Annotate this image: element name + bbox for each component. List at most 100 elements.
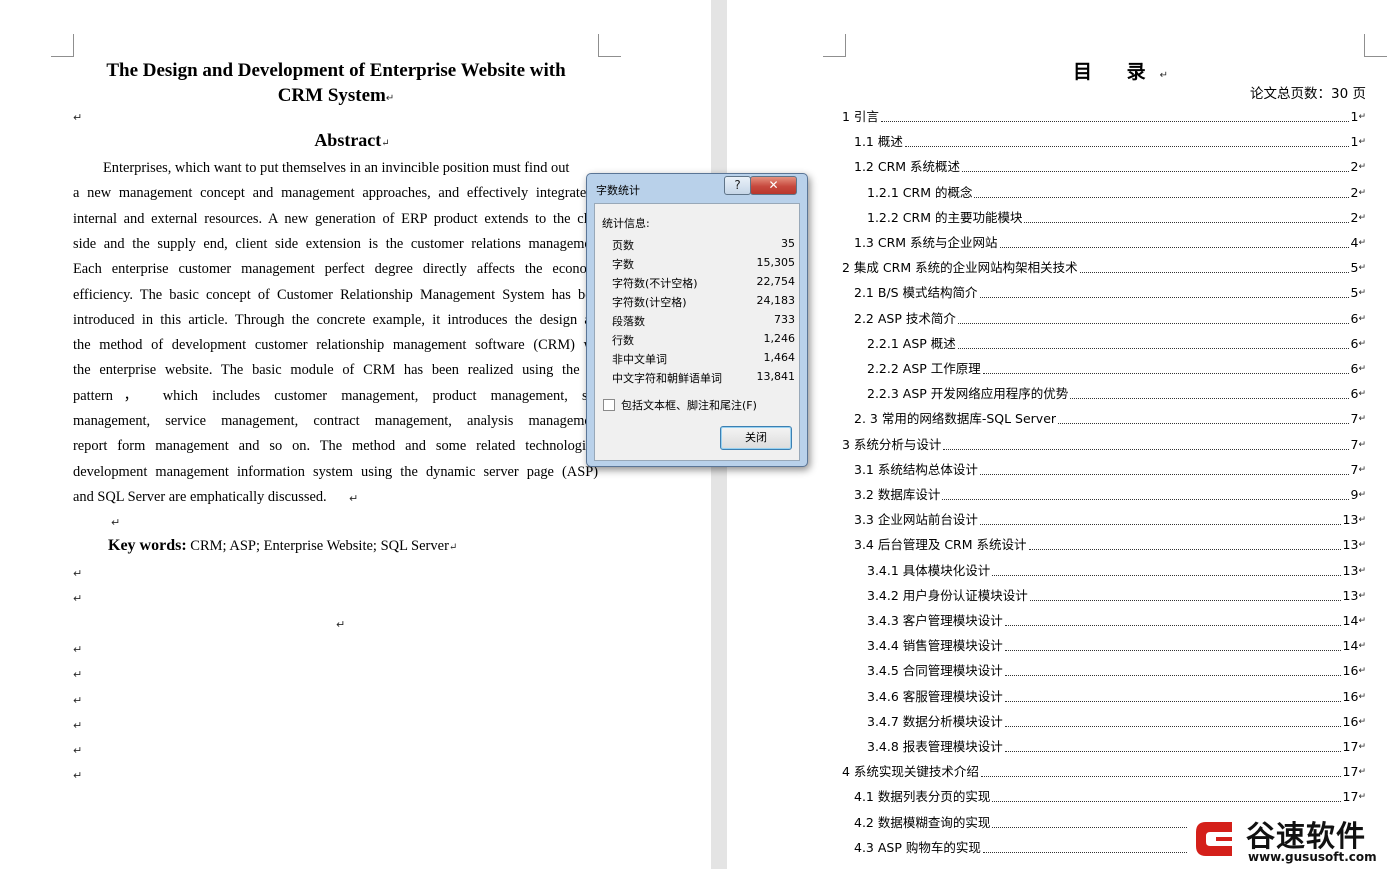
- include-textboxes-checkbox[interactable]: 包括文本框、脚注和尾注(F): [603, 397, 757, 413]
- stat-value: 1,464: [763, 351, 796, 364]
- stat-row: 中文字符和朝鲜语单词 13,841: [612, 370, 795, 386]
- paragraph-mark: ↵: [1358, 288, 1366, 299]
- abstract-line: Each enterprise customer management perf…: [73, 261, 598, 278]
- toc-entry[interactable]: 2.2.2 ASP 工作原理 6 ↵: [867, 359, 1366, 379]
- toc-entry-page: 9: [1350, 487, 1359, 502]
- toc-leader: [992, 561, 1341, 576]
- abstract-line: efficiency. The basic concept of Custome…: [73, 286, 598, 303]
- paragraph-mark: ↵: [1358, 767, 1366, 778]
- toc-entry[interactable]: 1.2 CRM 系统概述 2 ↵: [854, 157, 1366, 177]
- toc-entry[interactable]: 3.4.5 合同管理模块设计 16 ↵: [867, 661, 1366, 681]
- stat-row: 非中文单词 1,464: [612, 351, 795, 367]
- toc-entry[interactable]: 3.4.4 销售管理模块设计 14 ↵: [867, 636, 1366, 656]
- toc-entry[interactable]: 1.3 CRM 系统与企业网站 4 ↵: [854, 233, 1366, 253]
- paragraph-mark: ↵: [1358, 716, 1366, 727]
- toc-entry[interactable]: 3.3 企业网站前台设计 13 ↵: [854, 510, 1366, 530]
- paragraph-mark: ↵: [1358, 238, 1366, 248]
- toc-entry-page: 2: [1350, 209, 1359, 225]
- toc-entry-page: 16: [1342, 713, 1359, 729]
- document-title: The Design and Development of Enterprise…: [62, 58, 610, 111]
- toc-leader: [999, 233, 1349, 248]
- toc-leader: [979, 283, 1349, 299]
- paragraph-mark: ↵: [1358, 515, 1366, 526]
- title-line-1: The Design and Development of Enterprise…: [106, 60, 566, 81]
- paragraph-mark: ↵: [73, 643, 83, 656]
- word-count-dialog[interactable]: 字数统计 ? ✕ 统计信息: 页数 35 字数 15,305 字符数(不计空格) 22,7…: [586, 173, 808, 467]
- toc-entry[interactable]: 4.1 数据列表分页的实现 17 ↵: [854, 787, 1366, 807]
- paragraph-mark: ↵: [349, 491, 359, 505]
- toc-entry-label: 3.4.6 客服管理模块设计: [867, 688, 1003, 704]
- help-button[interactable]: ?: [724, 176, 751, 195]
- dialog-title-bar[interactable]: 字数统计 ? ✕: [587, 174, 807, 200]
- toc-entry[interactable]: 3.4.7 数据分析模块设计 16 ↵: [867, 712, 1366, 732]
- crop-mark-top-right: [598, 34, 621, 57]
- toc-entry[interactable]: 1.2.2 CRM 的主要功能模块 2 ↵: [867, 208, 1366, 228]
- toc-entry-page: 14: [1342, 613, 1359, 628]
- abstract-heading-text: Abstract: [314, 130, 382, 150]
- abstract-line: a new management concept and management …: [73, 185, 598, 202]
- paragraph-mark: ↵: [1358, 616, 1366, 626]
- paragraph-mark: ↵: [73, 694, 83, 707]
- toc-entry[interactable]: 3.1 系统结构总体设计 7 ↵: [854, 460, 1366, 480]
- toc-entry[interactable]: 2 集成 CRM 系统的企业网站构架相关技术 5 ↵: [842, 258, 1366, 278]
- abstract-line: the enterprise website. The basic module…: [73, 362, 598, 379]
- paragraph-mark: ↵: [111, 516, 121, 529]
- toc-entry[interactable]: 1.1 概述 1 ↵: [854, 132, 1366, 152]
- stat-value: 35: [781, 237, 795, 250]
- toc-entry[interactable]: 1 引言 1 ↵: [842, 107, 1366, 127]
- toc-leader: [1004, 611, 1341, 626]
- toc-entry[interactable]: 3.4.2 用户身份认证模块设计 13 ↵: [867, 586, 1366, 606]
- abstract-line: side and the supply end, client side ext…: [73, 235, 598, 252]
- toc-leader: [1058, 409, 1349, 425]
- toc-entry-label: 3.4.5 合同管理模块设计: [867, 663, 1003, 679]
- dialog-close-x-button[interactable]: ✕: [750, 176, 797, 195]
- close-button[interactable]: 关闭: [720, 426, 792, 450]
- toc-entry[interactable]: 3.4.1 具体模块化设计 13 ↵: [867, 561, 1366, 581]
- paragraph-mark: ↵: [1358, 641, 1366, 652]
- toc-entry[interactable]: 4 系统实现关键技术介绍 17 ↵: [842, 762, 1366, 782]
- toc-entry[interactable]: 2.2 ASP 技术简介 6 ↵: [854, 309, 1366, 329]
- toc-entry-label: 4.2 数据模糊查询的实现: [854, 814, 991, 830]
- toc-entry[interactable]: 2.1 B/S 模式结构简介 5 ↵: [854, 283, 1366, 303]
- toc-entry-label: 2.1 B/S 模式结构简介: [854, 285, 978, 301]
- toc-entry-page: 2: [1350, 184, 1359, 200]
- statistics-group-label: 统计信息:: [602, 217, 650, 230]
- toc-entry[interactable]: 2.2.1 ASP 概述 6 ↵: [867, 334, 1366, 354]
- stat-label: 段落数: [612, 315, 645, 328]
- toc-entry[interactable]: 3.4.6 客服管理模块设计 16 ↵: [867, 687, 1366, 707]
- paragraph-mark: ↵: [73, 744, 83, 757]
- paragraph-mark: ↵: [73, 567, 83, 580]
- toc-entry-page: 7: [1350, 461, 1359, 477]
- toc-entry[interactable]: 2. 3 常用的网络数据库-SQL Server 7 ↵: [854, 409, 1366, 429]
- paragraph-mark: ↵: [1358, 338, 1366, 349]
- toc-entry[interactable]: 3 系统分析与设计 7 ↵: [842, 435, 1366, 455]
- toc-leader: [992, 787, 1341, 803]
- paragraph-mark: ↵: [73, 111, 83, 124]
- checkbox-box[interactable]: [603, 399, 615, 411]
- toc-entry-page: 14: [1342, 638, 1359, 654]
- toc-leader: [962, 157, 1349, 173]
- toc-leader: [979, 460, 1349, 475]
- toc-entry[interactable]: 3.2 数据库设计 9 ↵: [854, 485, 1366, 505]
- paragraph-mark: ↵: [1159, 70, 1169, 81]
- toc-entry[interactable]: 3.4.3 客户管理模块设计 14 ↵: [867, 611, 1366, 631]
- toc-entry-label: 2.2 ASP 技术简介: [854, 310, 956, 326]
- abstract-heading: Abstract↵: [62, 130, 642, 151]
- toc-entry-page: 7: [1350, 436, 1359, 452]
- toc-entry-label: 3.1 系统结构总体设计: [854, 461, 978, 477]
- paragraph-mark: ↵: [1358, 565, 1366, 576]
- help-icon: ?: [734, 178, 741, 192]
- abstract-line: report form management and so on. The me…: [73, 438, 598, 455]
- toc-entry[interactable]: 2.2.3 ASP 开发网络应用程序的优势 6 ↵: [867, 384, 1366, 404]
- toc-leader: [974, 183, 1349, 198]
- stat-value: 24,183: [756, 294, 796, 307]
- toc-entry-label: 3.4.7 数据分析模块设计: [867, 713, 1003, 729]
- toc-entry[interactable]: 1.2.1 CRM 的概念 2 ↵: [867, 183, 1366, 203]
- toc-leader: [1028, 535, 1341, 551]
- toc-entry[interactable]: 3.4.8 报表管理模块设计 17 ↵: [867, 737, 1366, 757]
- close-icon: ✕: [768, 178, 779, 192]
- toc-entry-page: 17: [1342, 789, 1359, 805]
- toc-leader: [982, 359, 1349, 374]
- toc-entry[interactable]: 3.4 后台管理及 CRM 系统设计 13 ↵: [854, 535, 1366, 555]
- stat-row: 页数 35: [612, 237, 795, 253]
